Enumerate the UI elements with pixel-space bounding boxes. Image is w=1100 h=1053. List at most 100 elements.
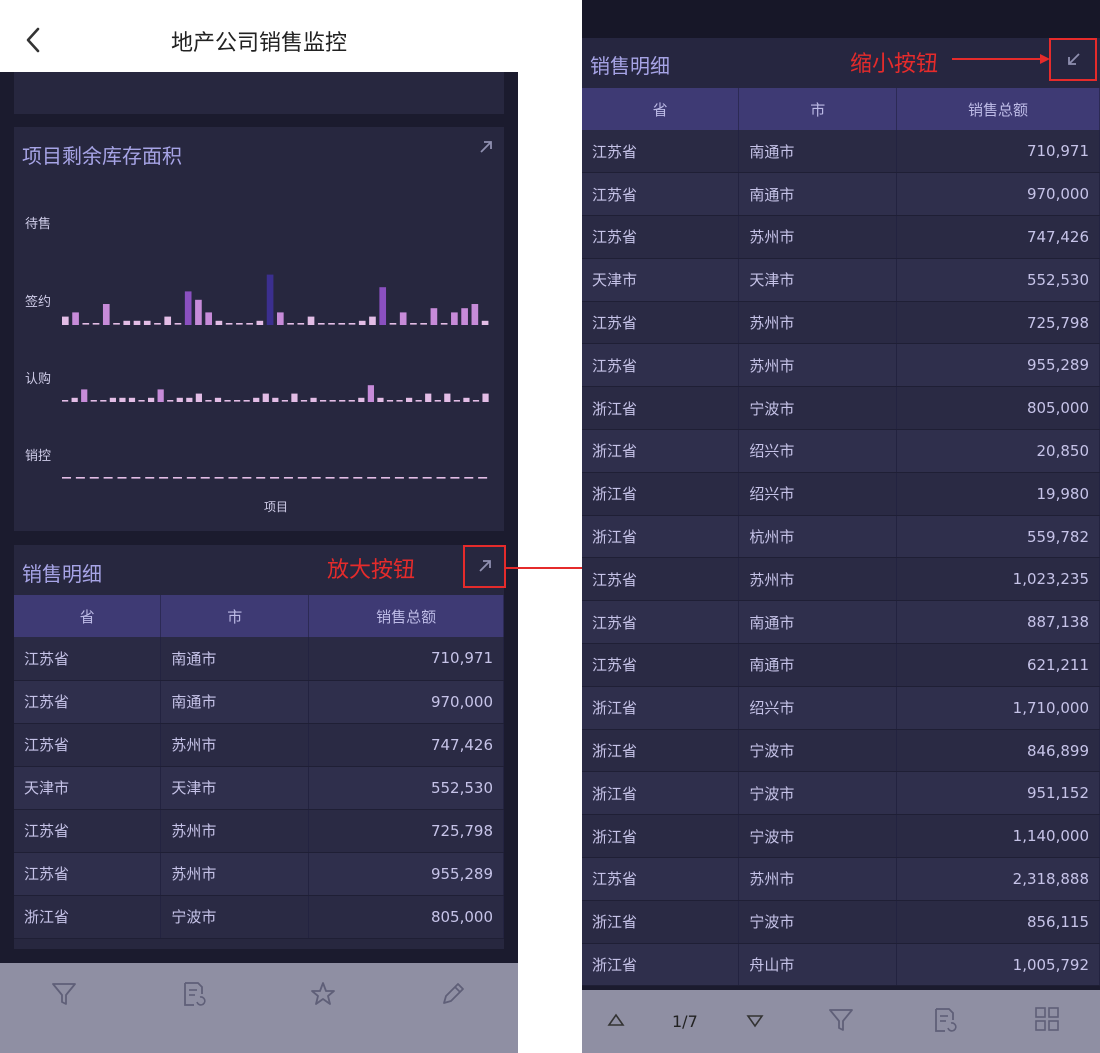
city-cell: 绍兴市 [738,686,898,730]
page-down-icon[interactable] [745,1011,765,1031]
chart-bar [272,397,279,402]
report-refresh-icon[interactable] [180,980,208,1008]
chart-x-axis-label: 项目 [264,500,289,514]
table-row[interactable]: 江苏省 南通市 710,971 [14,637,504,681]
inventory-bar-chart [62,274,489,479]
chart-bar [389,323,397,325]
city-cell: 宁波市 [738,814,898,859]
chart-bar [172,477,182,479]
table-row[interactable]: 浙江省 绍兴市 19,980 [582,472,1100,516]
table-row[interactable]: 浙江省 宁波市 951,152 [582,771,1100,816]
filter-icon[interactable] [50,980,78,1008]
chart-bar [338,323,346,325]
table-row[interactable]: 浙江省 绍兴市 20,850 [582,429,1100,473]
chart-bar [348,323,356,325]
chart-bar [186,477,196,479]
bottom-toolbar [582,990,1100,1053]
chart-bar [117,477,127,479]
column-header-province[interactable]: 省 [14,595,162,637]
table-row[interactable]: 浙江省 宁波市 1,140,000 [582,814,1100,859]
sales-total-cell: 710,971 [896,130,1100,174]
city-cell: 宁波市 [738,771,898,816]
chart-bar [242,477,252,479]
chart-bar [75,477,85,479]
chart-bar [205,400,212,402]
table-row[interactable]: 浙江省 宁波市 805,000 [582,386,1100,431]
pencil-icon[interactable] [439,980,467,1008]
chart-bar [82,323,90,325]
filter-icon[interactable] [827,1006,855,1034]
column-header-city[interactable]: 市 [738,88,898,130]
expand-icon[interactable] [476,137,496,157]
table-row[interactable]: 浙江省 舟山市 1,005,792 [582,943,1100,987]
grid-icon[interactable] [1033,1005,1061,1033]
table-row[interactable]: 江苏省 苏州市 955,289 [14,852,504,896]
sales-total-cell: 725,798 [896,301,1100,345]
column-header-province[interactable]: 省 [582,88,740,130]
chart-bar [367,477,377,479]
chart-bar [297,477,307,479]
column-header-city[interactable]: 市 [160,595,310,637]
chart-bar [440,323,448,325]
sales-total-cell: 846,899 [896,729,1100,773]
collapse-icon[interactable] [1064,49,1084,69]
table-row[interactable]: 江苏省 苏州市 725,798 [14,809,504,853]
chart-bar [422,477,432,479]
city-cell: 绍兴市 [738,472,898,516]
table-row[interactable]: 浙江省 杭州市 559,782 [582,515,1100,559]
city-cell: 南通市 [160,637,310,681]
expanded-card-title: 销售明细 [590,54,670,78]
province-cell: 浙江省 [582,771,740,816]
table-row[interactable]: 江苏省 苏州市 725,798 [582,301,1100,345]
table-row[interactable]: 江苏省 南通市 621,211 [582,643,1100,687]
chart-bar [277,312,284,325]
dashboard-content: 项目剩余库存面积 待售 签约 认购 销控 项目 销售明细 省 市 销售总额 江苏… [0,72,518,963]
province-cell: 江苏省 [582,172,740,217]
province-cell: 浙江省 [582,472,740,516]
report-refresh-icon[interactable] [931,1006,959,1034]
table-row[interactable]: 浙江省 宁波市 846,899 [582,729,1100,773]
chart-bar [461,308,468,325]
chart-bar [159,477,169,479]
chart-bar [195,393,202,402]
table-row[interactable]: 浙江省 宁波市 805,000 [14,895,504,939]
chart-bar [358,320,366,325]
chart-bar [92,323,100,325]
province-cell: 江苏省 [14,637,162,681]
sales-total-cell: 955,289 [308,852,504,896]
chart-bar [394,477,404,479]
table-row[interactable]: 江苏省 苏州市 955,289 [582,343,1100,388]
chart-bar [71,397,78,402]
chart-bar [464,477,474,479]
table-row[interactable]: 江苏省 苏州市 747,426 [582,215,1100,259]
table-row[interactable]: 浙江省 宁波市 856,115 [582,900,1100,944]
sales-total-cell: 856,115 [896,900,1100,944]
table-row[interactable]: 江苏省 南通市 970,000 [582,172,1100,217]
chart-bar [420,323,427,325]
table-row[interactable]: 江苏省 苏州市 2,318,888 [582,857,1100,901]
city-cell: 南通市 [738,600,898,645]
page-up-icon[interactable] [606,1010,626,1030]
column-header-total-sales[interactable]: 销售总额 [308,595,504,637]
table-row[interactable]: 江苏省 苏州市 1,023,235 [582,557,1100,602]
annotation-arrow-icon [952,54,1050,64]
chart-bar [396,400,403,402]
chart-bar [451,312,458,325]
chart-bar [195,299,202,325]
chart-bar [262,393,269,402]
table-row[interactable]: 天津市 天津市 552,530 [582,258,1100,302]
column-header-total-sales[interactable]: 销售总额 [896,88,1100,130]
chart-bar [72,312,79,325]
table-row[interactable]: 江苏省 南通市 710,971 [582,130,1100,174]
annotation-highlight-box [463,545,506,588]
table-row[interactable]: 天津市 天津市 552,530 [14,766,504,810]
table-row[interactable]: 江苏省 南通市 887,138 [582,600,1100,645]
province-cell: 浙江省 [582,686,740,730]
chart-bar [205,312,212,325]
sales-total-cell: 1,005,792 [896,943,1100,987]
table-row[interactable]: 江苏省 苏州市 747,426 [14,723,504,767]
table-row[interactable]: 浙江省 绍兴市 1,710,000 [582,686,1100,730]
star-icon[interactable] [309,980,337,1008]
chart-bar [320,400,327,402]
table-row[interactable]: 江苏省 南通市 970,000 [14,680,504,724]
